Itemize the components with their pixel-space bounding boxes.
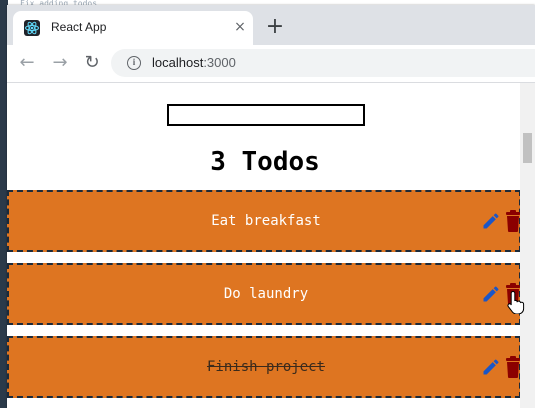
url-host: localhost xyxy=(152,55,204,70)
scrollbar-thumb[interactable] xyxy=(523,133,532,163)
react-icon xyxy=(24,20,40,36)
todo-item: Finish project xyxy=(7,336,521,398)
url-port: :3000 xyxy=(203,55,236,70)
pencil-icon[interactable] xyxy=(481,211,501,231)
tab-strip: React App × + xyxy=(7,5,535,45)
trash-icon[interactable] xyxy=(505,356,521,378)
info-icon[interactable]: i xyxy=(127,56,141,70)
browser-toolbar: ← → ↻ i localhost:3000 xyxy=(7,45,535,83)
page-viewport: 3 Todos Eat breakfast Do laundry Finish … xyxy=(7,83,535,408)
todo-text[interactable]: Finish project xyxy=(9,338,523,396)
todo-text[interactable]: Do laundry xyxy=(9,265,523,323)
todo-item: Do laundry xyxy=(7,263,521,325)
tab-title: React App xyxy=(51,20,107,34)
hand-cursor-icon xyxy=(507,290,525,314)
page-title: 3 Todos xyxy=(210,147,320,177)
vertical-scrollbar[interactable] xyxy=(520,83,535,408)
pencil-icon[interactable] xyxy=(481,284,501,304)
new-tab-button[interactable]: + xyxy=(264,16,286,39)
pencil-icon[interactable] xyxy=(481,357,501,377)
todo-input[interactable] xyxy=(167,104,365,126)
todo-item: Eat breakfast xyxy=(7,190,521,252)
todo-text[interactable]: Eat breakfast xyxy=(9,192,523,250)
browser-window: React App × + ← → ↻ i localhost:3000 3 T… xyxy=(7,5,535,408)
browser-tab[interactable]: React App × xyxy=(13,11,253,45)
address-bar[interactable]: i localhost:3000 xyxy=(111,49,535,77)
reload-icon[interactable]: ↻ xyxy=(82,53,102,73)
trash-icon[interactable] xyxy=(505,210,521,232)
forward-arrow-icon[interactable]: → xyxy=(50,53,70,73)
close-icon[interactable]: × xyxy=(232,19,248,35)
url-text: localhost:3000 xyxy=(152,55,236,70)
back-arrow-icon[interactable]: ← xyxy=(17,53,37,73)
